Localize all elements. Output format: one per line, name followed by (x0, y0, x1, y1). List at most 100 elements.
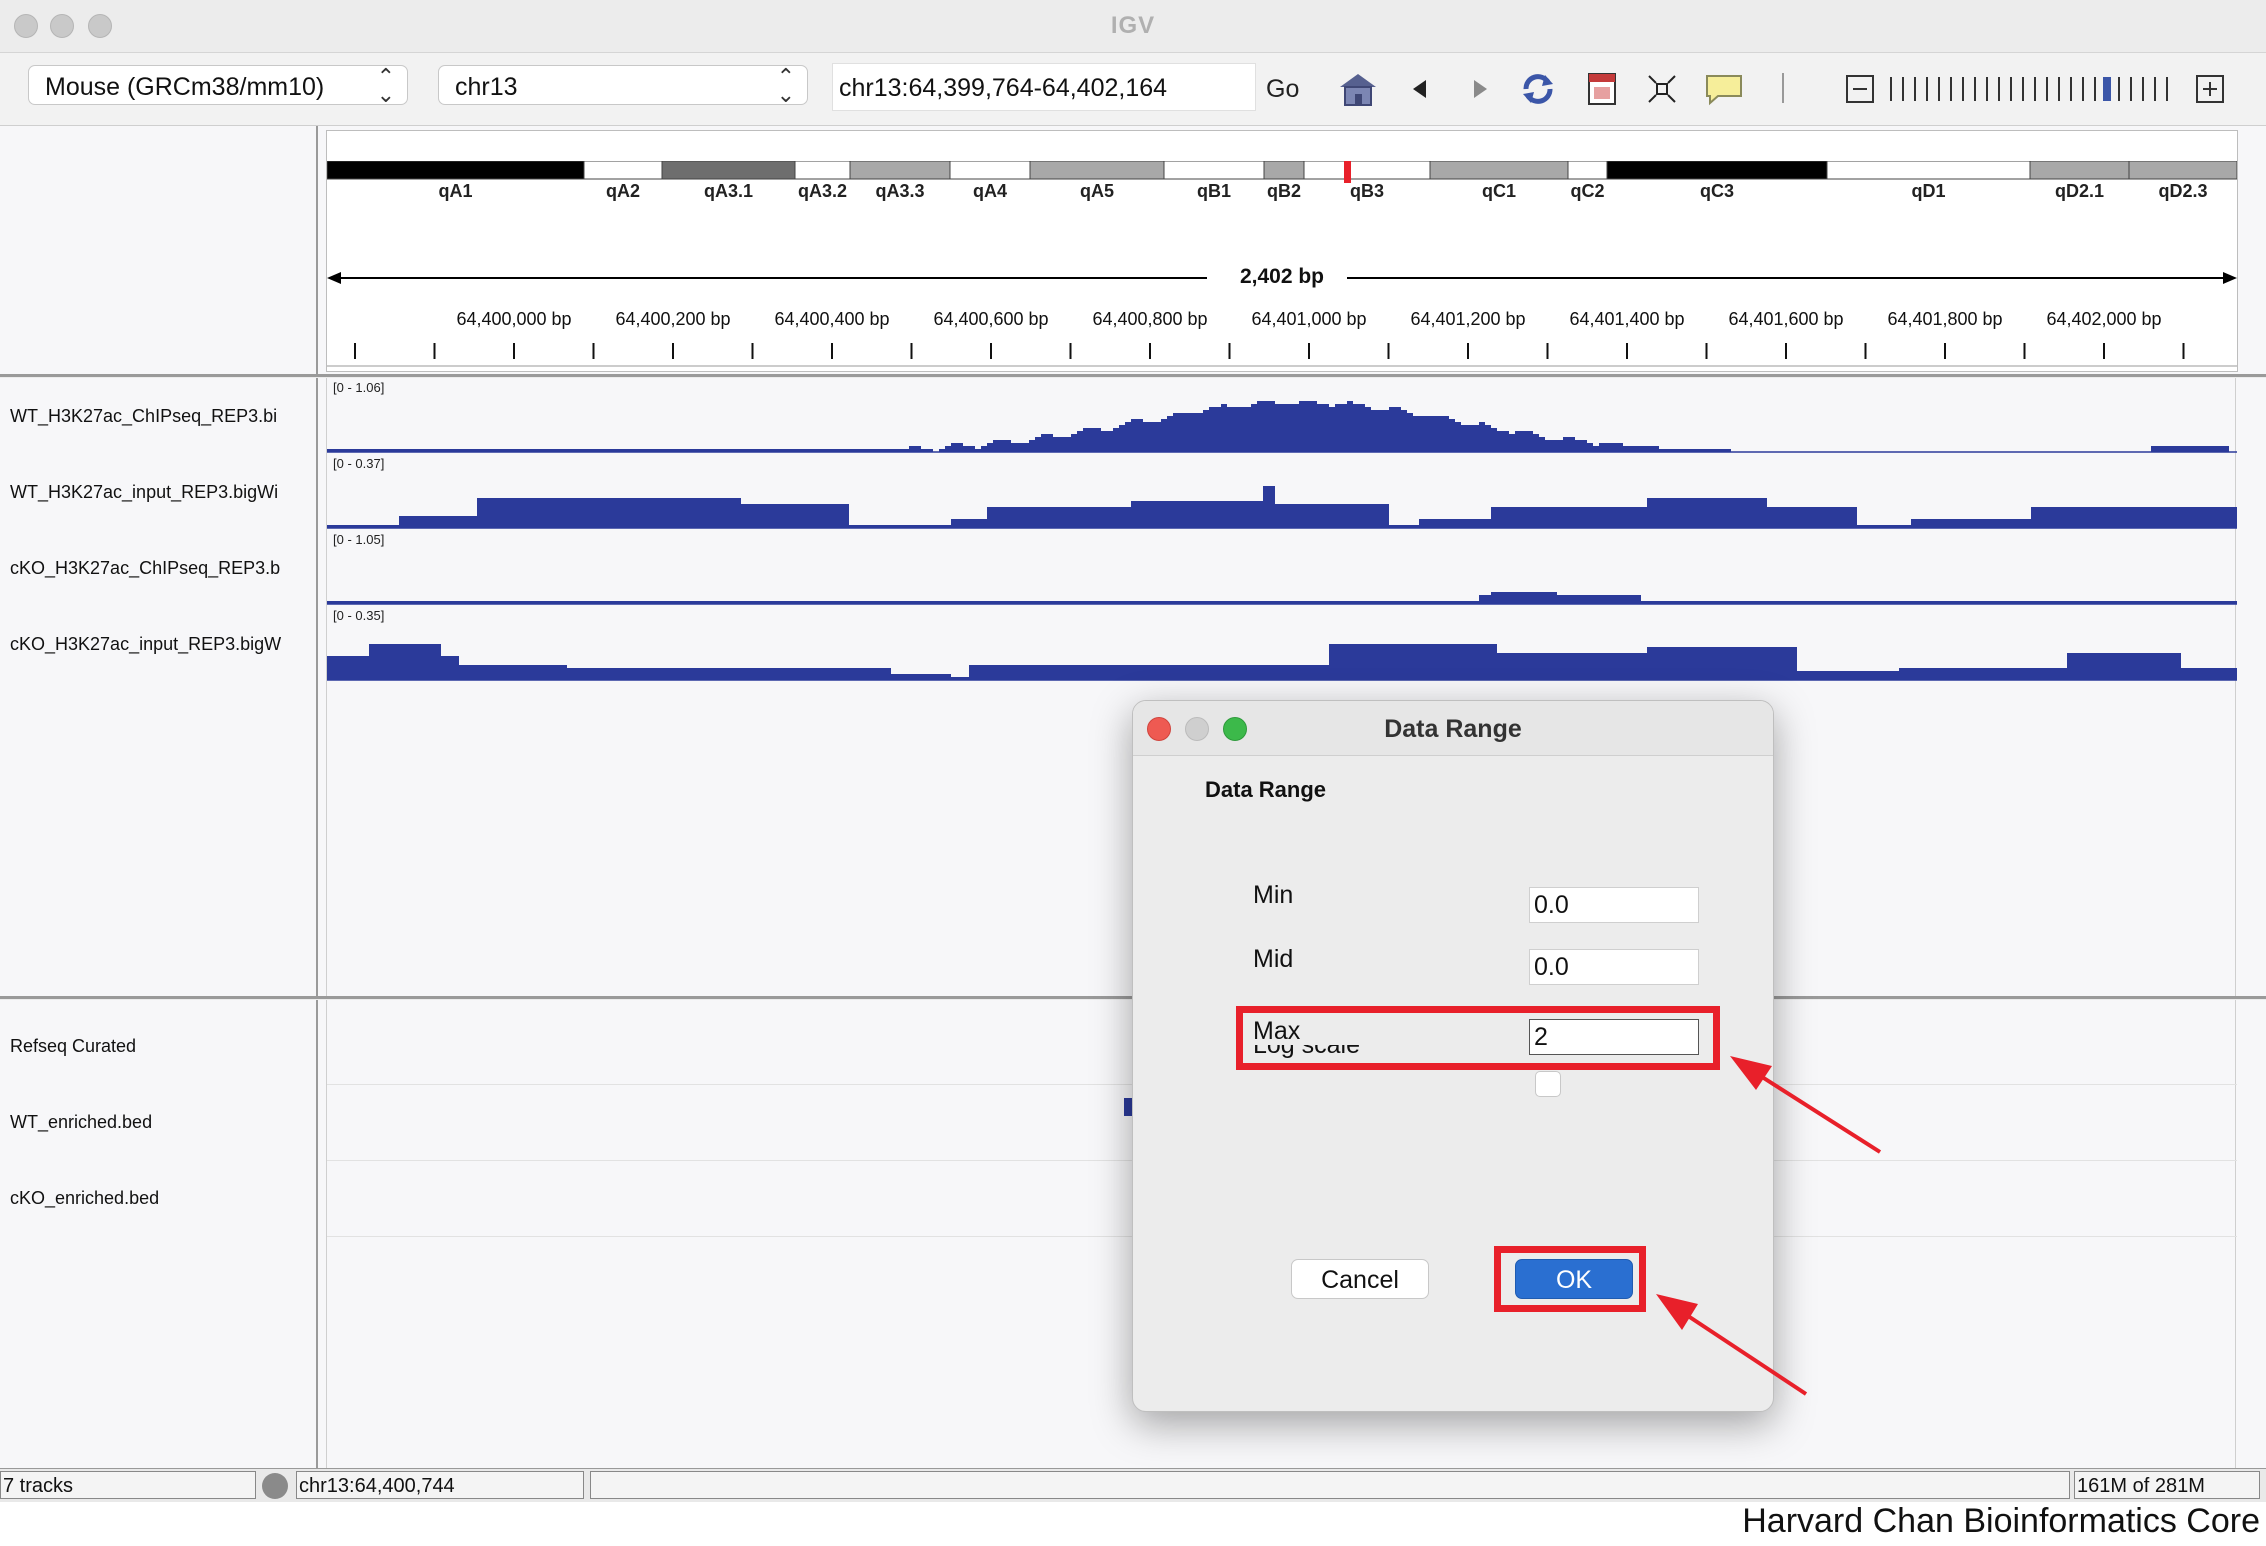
zoom-slider-tick (2082, 77, 2084, 101)
panel-divider[interactable] (0, 374, 2266, 377)
track-name-cko-enriched[interactable]: cKO_enriched.bed (10, 1188, 310, 1209)
ruler-span-label: 2,402 bp (1225, 265, 1339, 288)
fit-to-window-icon[interactable] (1642, 69, 1682, 109)
data-track-name[interactable]: cKO_H3K27ac_ChIPseq_REP3.b (10, 558, 306, 579)
popup-info-icon[interactable] (1704, 69, 1744, 109)
zoom-slider-tick (1998, 77, 2000, 101)
data-range-label: [0 - 0.37] (333, 456, 384, 471)
min-label: Min (1253, 881, 1294, 909)
go-button[interactable]: Go (1266, 75, 1299, 104)
chevron-updown-icon: ⌃ ⌄ (776, 64, 795, 107)
refresh-icon[interactable] (1518, 69, 1558, 109)
name-panel-divider[interactable] (316, 378, 318, 996)
roi-icon[interactable] (1582, 69, 1622, 109)
genome-dropdown-value: Mouse (GRCm38/mm10) (45, 73, 325, 101)
data-track-name[interactable]: WT_H3K27ac_input_REP3.bigWi (10, 482, 306, 503)
zoom-slider-tick (2094, 77, 2096, 101)
zoom-slider-tick (2022, 77, 2024, 101)
mid-label: Mid (1253, 945, 1294, 973)
zoom-slider-tick (1962, 77, 1964, 101)
ideogram-band-label: qC1 (1482, 181, 1516, 201)
ideogram-band (1303, 161, 1431, 180)
zoom-slider-tick (2070, 77, 2072, 101)
ruler-tick-label: 64,400,800 bp (1092, 309, 1207, 329)
zoom-slider-tick (2142, 77, 2144, 101)
mid-input[interactable]: 0.0 (1529, 949, 1699, 985)
header-name-panel (0, 126, 316, 374)
ideogram-band-label: qD2.1 (2055, 181, 2104, 201)
genome-dropdown[interactable]: Mouse (GRCm38/mm10) ⌃ ⌄ (28, 64, 408, 107)
ruler-tick-label: 64,400,000 bp (456, 309, 571, 329)
ideogram-band (1606, 161, 1828, 180)
ruler-tick-label: 64,401,400 bp (1569, 309, 1684, 329)
signal-area (327, 592, 2237, 604)
data-range-label: [0 - 1.05] (333, 532, 384, 547)
signal-tracks[interactable]: [0 - 1.06] [0 - 0.37] [0 - 1.05] [0 - 0.35] (327, 378, 2237, 688)
signal-area (327, 644, 2237, 680)
ruler-tick-label: 64,401,000 bp (1251, 309, 1366, 329)
forward-icon[interactable] (1460, 69, 1500, 109)
ideogram-band-label: qA3.1 (704, 181, 753, 201)
ruler-tick-label: 64,400,400 bp (774, 309, 889, 329)
locus-search-input[interactable]: chr13:64,399,764-64,402,164 (832, 63, 1256, 111)
zoom-slider-tick (1926, 77, 1928, 101)
signal-area (327, 401, 2237, 452)
ideogram-band (1029, 161, 1165, 180)
ideogram-band-label: qC3 (1700, 181, 1734, 201)
ideogram-band (327, 161, 585, 180)
dialog-title-bar: Data Range (1133, 701, 1773, 756)
zoom-slider[interactable] (1890, 73, 2180, 105)
data-track-name[interactable]: WT_H3K27ac_ChIPseq_REP3.bi (10, 406, 306, 427)
chromosome-dropdown-value: chr13 (455, 73, 518, 101)
ideogram-band (1567, 161, 1608, 180)
ideogram-band-label: qC2 (1570, 181, 1604, 201)
track-name-wt-enriched[interactable]: WT_enriched.bed (10, 1112, 310, 1133)
app-title: IGV (1110, 12, 1156, 39)
ruler-tick-label: 64,401,600 bp (1728, 309, 1843, 329)
ideogram-band-label: qA4 (973, 181, 1007, 201)
current-region-marker (1344, 161, 1351, 183)
track-name-list: WT_H3K27ac_ChIPseq_REP3.bi WT_H3K27ac_inp… (0, 378, 316, 688)
ruler-tick-label: 64,401,800 bp (1887, 309, 2002, 329)
zoom-out-icon[interactable] (1846, 75, 1874, 103)
min-input[interactable]: 0.0 (1529, 887, 1699, 923)
ideogram-band-label: qB3 (1350, 181, 1384, 201)
cancel-button[interactable]: Cancel (1291, 1259, 1429, 1299)
status-bar: 7 tracks chr13:64,400,744 161M of 281M (0, 1468, 2266, 1502)
signal-area (327, 486, 2237, 528)
zoom-slider-tick (2130, 77, 2132, 101)
name-panel-divider[interactable] (316, 1000, 318, 1468)
chromosome-dropdown[interactable]: chr13 ⌃ ⌄ (438, 64, 808, 107)
max-input[interactable]: 2 (1529, 1019, 1699, 1055)
name-panel-divider[interactable] (316, 126, 318, 374)
zoom-slider-thumb[interactable] (2103, 77, 2111, 101)
status-position: chr13:64,400,744 (296, 1471, 584, 1499)
back-icon[interactable] (1400, 69, 1440, 109)
dialog-title: Data Range (1384, 715, 1522, 743)
track-name-refseq[interactable]: Refseq Curated (10, 1036, 310, 1057)
zoom-in-icon[interactable] (2196, 75, 2224, 103)
ideogram-band (949, 161, 1031, 180)
chromosome-ideogram[interactable]: qA1 qA2 qA3.1 qA3.2 qA3.3 qA4 qA5 qB1 qB2 qB3 qC1 q… (327, 161, 2237, 201)
zoom-slider-tick (1938, 77, 1940, 101)
ideogram-band (2029, 161, 2130, 180)
data-range-label: [0 - 0.35] (333, 608, 384, 623)
zoom-slider-tick (1890, 77, 1892, 101)
status-memory: 161M of 281M (2074, 1471, 2260, 1499)
log-scale-checkbox[interactable] (1535, 1071, 1561, 1097)
home-icon[interactable] (1338, 69, 1378, 109)
ruler-tick-label: 64,400,200 bp (615, 309, 730, 329)
ideogram-band-label: qA5 (1080, 181, 1114, 201)
ruler-span-wrap: 2,402 bp (327, 265, 2237, 289)
title-bar: IGV (0, 0, 2266, 53)
ruler-panel[interactable]: qA1 qA2 qA3.1 qA3.2 qA3.3 qA4 qA5 qB1 qB2 qB3 qC1 q… (326, 130, 2238, 372)
zoom-slider-tick (2034, 77, 2036, 101)
data-track-name[interactable]: cKO_H3K27ac_input_REP3.bigW (10, 634, 306, 655)
ideogram-band-label: qA1 (438, 181, 472, 201)
ruler-tick-label: 64,401,200 bp (1410, 309, 1525, 329)
zoom-slider-tick (1986, 77, 1988, 101)
dialog-heading: Data Range (1205, 777, 1327, 802)
chevron-updown-icon: ⌃ ⌄ (376, 64, 395, 107)
zoom-slider-tick (1974, 77, 1976, 101)
ideogram-band (2128, 161, 2237, 180)
